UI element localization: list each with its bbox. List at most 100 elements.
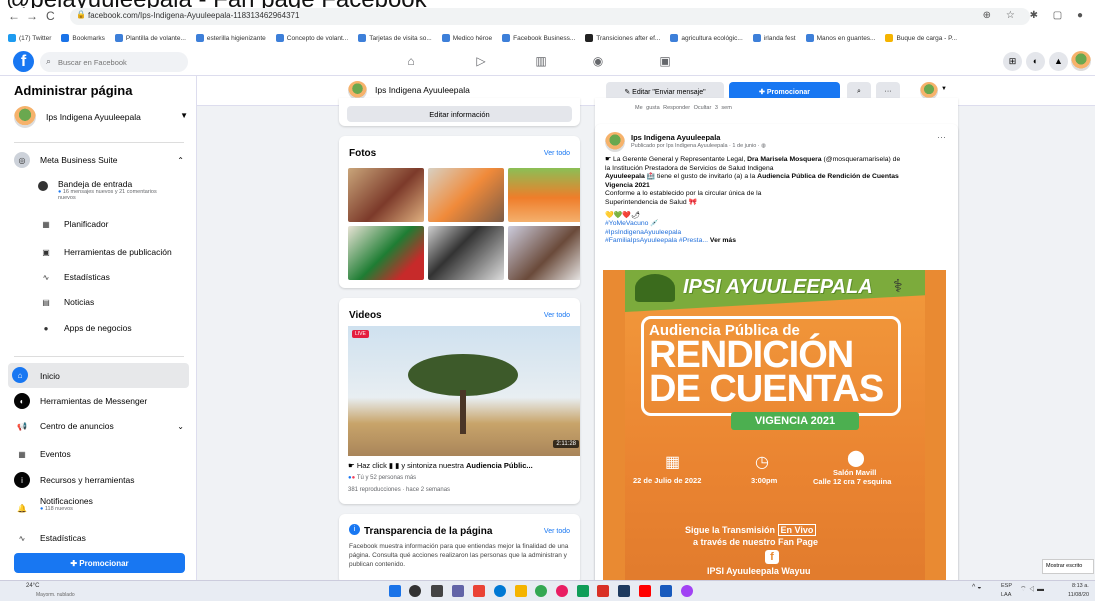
fb-search[interactable]: ⌕: [40, 52, 188, 72]
previous-comment-actions[interactable]: Me gusta Responder Ocultar 3 sem: [635, 105, 732, 111]
facebook-logo-icon[interactable]: f: [13, 51, 34, 72]
windows-start-icon[interactable]: [389, 585, 401, 597]
sidebar-item-inicio[interactable]: ⌂ Inicio: [8, 363, 189, 388]
weather-temp[interactable]: 24°C: [26, 583, 39, 589]
video-reactions[interactable]: ●● Tú y 52 personas más: [348, 475, 416, 481]
bookmark-item[interactable]: irlanda fest: [752, 34, 796, 42]
hashtag-link[interactable]: #YoMeVacuno 💉: [605, 220, 950, 229]
events-label: Eventos: [40, 449, 71, 459]
photo-thumbnail[interactable]: [508, 168, 580, 222]
bookmark-item[interactable]: agricultura ecológic...: [670, 34, 743, 42]
word-icon[interactable]: [660, 585, 672, 597]
home-icon[interactable]: ⌂: [403, 54, 419, 68]
sidebar-item-events[interactable]: ▦ Eventos: [14, 444, 71, 464]
teams-icon[interactable]: [452, 585, 464, 597]
photos-card: Fotos Ver todo: [339, 136, 580, 288]
meta-business-suite-toggle[interactable]: ◎ Meta Business Suite ⌃: [14, 150, 184, 170]
marketplace-icon[interactable]: ▥: [533, 54, 549, 68]
chrome-icon[interactable]: [535, 585, 547, 597]
video-caption[interactable]: ☛ Haz click ▮ ▮ y sintoniza nuestra Audi…: [348, 461, 580, 470]
post-author-avatar[interactable]: [605, 132, 625, 152]
sidebar-item-messenger[interactable]: ◐ Herramientas de Messenger: [14, 391, 147, 411]
page-selector[interactable]: Ips Indigena Ayuuleepala ▼: [14, 106, 188, 128]
bookmark-favicon-icon: [195, 34, 204, 42]
notifications-sub: 118 nuevos: [44, 506, 73, 512]
file-explorer-icon[interactable]: [515, 585, 527, 597]
photos-app-icon[interactable]: [473, 585, 485, 597]
sidebar-item-publishing[interactable]: ▣ Herramientas de publicación: [38, 242, 172, 262]
bookmark-item[interactable]: Tarjetas de visita so...: [358, 34, 432, 42]
app-icon[interactable]: [681, 585, 693, 597]
pencil-icon: ✎: [624, 88, 633, 96]
back-icon[interactable]: ←: [8, 9, 20, 23]
bookmark-item[interactable]: Facebook Business...: [502, 34, 575, 42]
bookmark-item[interactable]: Bookmarks: [61, 34, 105, 42]
sidebar-item-apps[interactable]: ● Apps de negocios: [38, 318, 132, 338]
see-more-link[interactable]: Ver más: [710, 237, 736, 244]
sidebar-item-stats[interactable]: ∿ Estadísticas: [14, 528, 86, 548]
watch-icon[interactable]: ▷: [473, 54, 489, 68]
sidebar-item-notifications[interactable]: 🔔 Notificaciones ● 118 nuevos: [14, 496, 93, 522]
lang-2: LAA: [1001, 592, 1012, 598]
sidebar-item-calendar[interactable]: ▦ Planificador: [38, 214, 108, 234]
tray-icons[interactable]: ^ ◒: [972, 584, 981, 591]
hashtag-link[interactable]: #IpsIndigenaAyuuleepala: [605, 229, 950, 238]
browser-toolbar-icons[interactable]: ⊕ ☆ ✱ ▢ ●: [983, 10, 1089, 21]
menu-grid-icon[interactable]: ⊞: [1003, 52, 1022, 71]
bookmark-item[interactable]: Plantilla de volante...: [114, 34, 186, 42]
sidebar-item-resources[interactable]: i Recursos y herramientas: [14, 470, 134, 490]
sidebar-item-insights[interactable]: ∿ Estadísticas: [38, 267, 110, 287]
app-icon[interactable]: [618, 585, 630, 597]
bookmark-item[interactable]: esterilla higienizante: [195, 34, 266, 42]
messenger-icon[interactable]: ◐: [1026, 52, 1045, 71]
hashtag-link[interactable]: #FamiliaIpsAyuuleepala #Presta...: [605, 237, 708, 244]
edge-icon[interactable]: [494, 585, 506, 597]
transparency-see-all-link[interactable]: Ver todo: [544, 528, 570, 535]
photo-thumbnail[interactable]: [428, 168, 504, 222]
notifications-icon[interactable]: ▲: [1049, 52, 1068, 71]
promote-button[interactable]: ✚ Promocionar: [14, 553, 185, 573]
sidebar-item-news[interactable]: ▤ Noticias: [38, 292, 94, 312]
photo-thumbnail[interactable]: [428, 226, 504, 280]
photo-thumbnail[interactable]: [348, 168, 424, 222]
search-input[interactable]: [58, 58, 188, 67]
groups-icon[interactable]: ◉: [590, 54, 606, 68]
search-icon[interactable]: [409, 585, 421, 597]
news-icon: ▤: [42, 297, 50, 307]
network-volume-icons[interactable]: ⌔ ◁ ▬: [1020, 585, 1044, 594]
sidebar-item-ads-center[interactable]: 📢 Centro de anuncios ⌄: [14, 416, 184, 436]
videos-see-all-link[interactable]: Ver todo: [544, 312, 570, 319]
address-bar[interactable]: 🔒 facebook.com/Ips-Indigena-Ayuuleepala-…: [70, 8, 1030, 25]
bookmark-item[interactable]: (17) Twitter: [8, 34, 51, 42]
post-options-button[interactable]: ···: [937, 132, 946, 142]
photo-thumbnail[interactable]: [508, 226, 580, 280]
task-view-icon[interactable]: [431, 585, 443, 597]
syringe-emoji-icon: 💉: [650, 220, 659, 228]
photos-see-all-link[interactable]: Ver todo: [544, 150, 570, 157]
bookmark-item[interactable]: Concepto de volant...: [275, 34, 348, 42]
reload-icon[interactable]: C: [46, 9, 55, 23]
gaming-icon[interactable]: ▣: [657, 54, 673, 68]
bookmark-favicon-icon: [885, 34, 894, 42]
post-author-name[interactable]: Ips Indigena Ayuuleepala: [631, 133, 720, 142]
acrobat-icon[interactable]: [639, 585, 651, 597]
bookmark-item[interactable]: Buque de carga - P...: [885, 34, 957, 42]
app-icon[interactable]: [577, 585, 589, 597]
bookmark-favicon-icon: [670, 34, 679, 42]
sidebar-item-inbox[interactable]: Bandeja de entrada ● 16 mensajes nuevos …: [38, 179, 168, 207]
caret-down-icon: ▼: [941, 86, 947, 92]
bookmark-item[interactable]: Transiciones after ef...: [585, 34, 660, 42]
forward-icon[interactable]: →: [26, 9, 38, 23]
app-icon[interactable]: [597, 585, 609, 597]
clock-time[interactable]: 8:13 a.: [1072, 583, 1089, 589]
edit-info-button[interactable]: Editar información: [347, 106, 572, 122]
photo-thumbnail[interactable]: [348, 226, 424, 280]
bookmark-item[interactable]: Manos en guantes...: [805, 34, 875, 42]
account-avatar[interactable]: [1071, 51, 1091, 71]
app-icon[interactable]: [556, 585, 568, 597]
bookmark-item[interactable]: Medico héroe: [441, 34, 492, 42]
lang-1[interactable]: ESP: [1001, 583, 1012, 589]
video-thumbnail[interactable]: LIVE 2:11:28: [348, 326, 580, 456]
post-image-poster[interactable]: IPSI AYUULEEPALA ⚕ Audiencia Pública de …: [603, 270, 946, 580]
facebook-topbar: f ⌕ ⌂ ▷ ▥ ◉ ▣ ⊞ ◐ ▲: [0, 48, 1095, 76]
